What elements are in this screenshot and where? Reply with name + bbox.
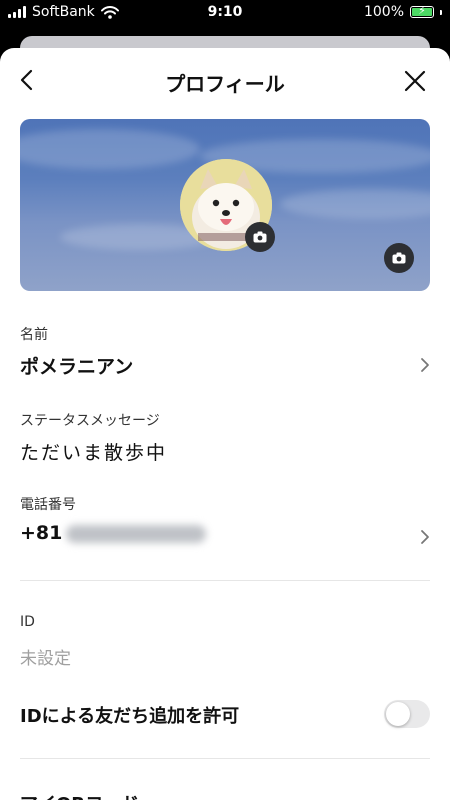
- phone-number-redacted: [66, 524, 207, 543]
- page-title: プロフィール: [165, 72, 285, 96]
- qr-code-label: マイQRコード: [20, 790, 139, 800]
- nav-bar: プロフィール: [0, 48, 450, 114]
- status-bar: SoftBank 9:10 100% ⚡: [0, 0, 450, 26]
- name-row[interactable]: 名前 ポメラニアン: [0, 320, 450, 386]
- allow-id-toggle[interactable]: [384, 700, 430, 728]
- divider: [20, 580, 430, 581]
- status-message-row[interactable]: ステータスメッセージ ただいま散歩中: [0, 408, 450, 468]
- profile-sheet: プロフィール 名前 ポメラニアン ステータスメッセージ ただいま散歩中 電話番号…: [0, 48, 450, 800]
- chevron-right-icon: [421, 358, 429, 372]
- id-value: 未設定: [20, 649, 71, 669]
- phone-country-code: +81: [20, 522, 63, 544]
- phone-row[interactable]: 電話番号 +81: [0, 492, 450, 558]
- cover-camera-button[interactable]: [384, 243, 414, 273]
- close-icon[interactable]: [402, 68, 428, 94]
- phone-value: +81: [20, 522, 207, 544]
- id-label: ID: [20, 614, 35, 630]
- status-message-value: ただいま散歩中: [20, 442, 168, 464]
- camera-icon: [253, 231, 267, 243]
- status-message-label: ステータスメッセージ: [20, 413, 160, 429]
- allow-id-label: IDによる友だち追加を許可: [20, 706, 240, 727]
- battery-icon: ⚡: [410, 4, 434, 18]
- allow-id-row: IDによる友だち追加を許可: [0, 696, 450, 736]
- qr-code-row[interactable]: マイQRコード: [0, 788, 450, 800]
- name-value: ポメラニアン: [20, 356, 134, 378]
- name-label: 名前: [20, 327, 48, 343]
- phone-label: 電話番号: [20, 497, 76, 513]
- camera-icon: [392, 252, 406, 264]
- battery-percent: 100%: [363, 4, 404, 20]
- cover-image[interactable]: [20, 119, 430, 291]
- toggle-knob: [386, 702, 410, 726]
- avatar-camera-button[interactable]: [245, 222, 275, 252]
- divider: [20, 758, 430, 759]
- chevron-right-icon: [421, 530, 429, 544]
- id-row[interactable]: ID 未設定: [0, 612, 450, 674]
